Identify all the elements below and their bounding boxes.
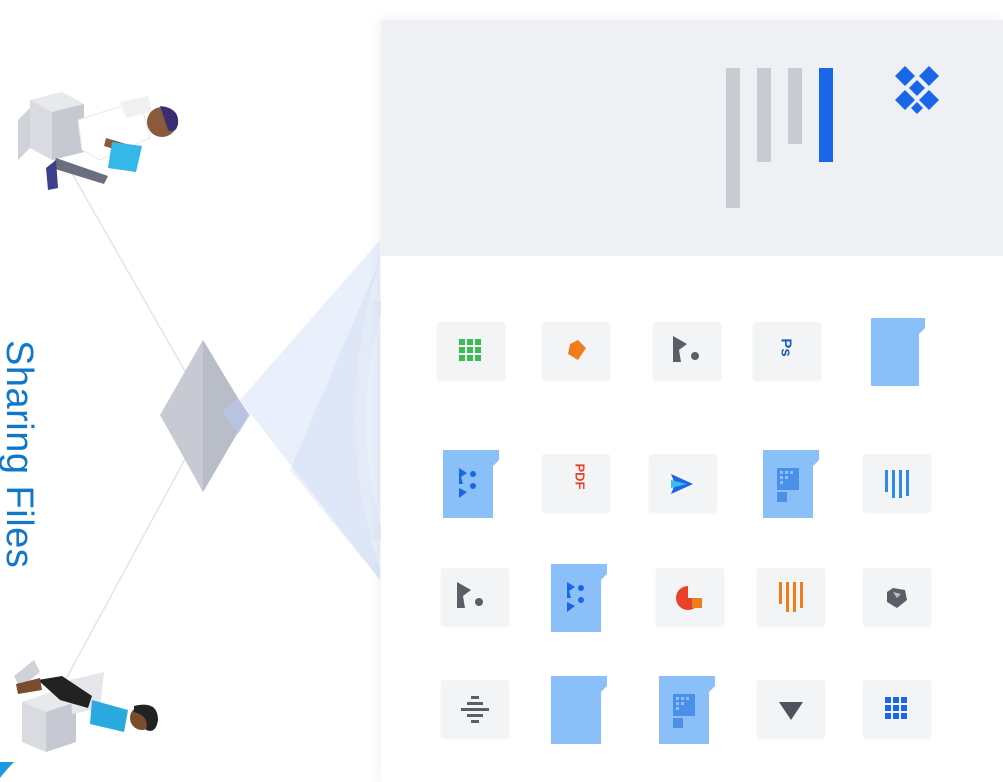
file-panel: Ps PDF [381, 20, 1003, 782]
dropbox-logo-icon [895, 66, 939, 114]
vertical-bars-icon [885, 470, 909, 498]
affinity-file-tile[interactable] [649, 454, 717, 512]
pdf-icon: PDF [572, 463, 588, 490]
grid-folder-icon [659, 676, 715, 744]
grid-icon [885, 697, 907, 719]
text-file-tile[interactable] [441, 680, 509, 738]
person-bottom-illustration [14, 660, 158, 752]
sharing-illustration [14, 92, 384, 752]
shared-folder-tile-2[interactable] [549, 562, 609, 634]
pie-chart-icon [676, 586, 702, 610]
keynote-file-tile-2[interactable] [441, 568, 509, 626]
photoshop-file-tile[interactable]: Ps [753, 322, 821, 380]
file-grid: Ps PDF [381, 256, 1003, 782]
signal-bars-icon [726, 68, 833, 208]
shared-folder-icon [551, 564, 607, 632]
spreadsheet-grid-icon [459, 339, 481, 361]
folder-icon [871, 318, 925, 386]
vector-file-tile[interactable] [757, 680, 825, 738]
keynote-icon [673, 336, 699, 362]
orange-diamond-icon [568, 340, 586, 360]
person-top-illustration [18, 92, 179, 190]
panel-header [381, 20, 1003, 256]
center-diamond [160, 340, 250, 492]
grid-folder-icon [763, 450, 819, 518]
pdf-file-tile[interactable]: PDF [542, 454, 610, 512]
spreadsheet-file-tile[interactable] [437, 322, 505, 380]
gem-icon [887, 588, 907, 608]
grid-folder-tile-2[interactable] [657, 674, 717, 746]
grid-folder-tile[interactable] [761, 448, 821, 520]
photoshop-icon: Ps [777, 338, 795, 357]
folder-tile[interactable] [869, 316, 927, 388]
chart-file-tile[interactable] [656, 568, 724, 626]
strikethrough-icon [461, 696, 489, 723]
shared-folder-icon [443, 450, 499, 518]
keynote-file-tile[interactable] [653, 322, 721, 380]
bars-file-tile[interactable] [863, 454, 931, 512]
grid-file-tile[interactable] [863, 680, 931, 738]
folder-icon [551, 676, 607, 744]
triangle-down-icon [779, 702, 803, 720]
shared-folder-tile[interactable] [441, 448, 501, 520]
sketch-file-tile[interactable] [542, 322, 610, 380]
keynote-icon [457, 582, 483, 608]
gem-file-tile[interactable] [863, 568, 931, 626]
corner-accent [0, 762, 14, 778]
orange-bars-file-tile[interactable] [757, 568, 825, 626]
vertical-bars-icon [779, 582, 803, 612]
page-title: Sharing Files [0, 340, 40, 569]
affinity-icon [671, 474, 693, 494]
folder-tile-2[interactable] [549, 674, 609, 746]
